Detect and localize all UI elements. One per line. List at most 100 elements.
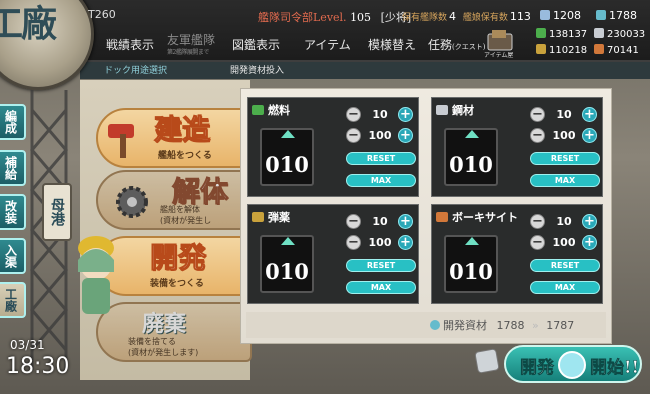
ammo-plus-100-button[interactable]: + bbox=[398, 235, 413, 250]
double-chevron-right-icon: » bbox=[532, 319, 539, 332]
menu-build-title: 建造 bbox=[153, 113, 211, 147]
fleet-count-label: 保有艦隊数 bbox=[402, 13, 448, 23]
steel-amount: 230033 bbox=[607, 29, 646, 40]
clock-date: 03/31 bbox=[10, 338, 45, 352]
fuel-panel-icon bbox=[252, 105, 264, 115]
bauxite-max-button[interactable]: MAX bbox=[530, 281, 600, 294]
bauxite-minus-100-button[interactable]: − bbox=[530, 235, 545, 250]
bauxite-minus-10-button[interactable]: − bbox=[530, 214, 545, 229]
steel-value: 010 bbox=[449, 152, 493, 177]
steel-plus-10-button[interactable]: + bbox=[582, 107, 597, 122]
fuel-reset-button[interactable]: RESET bbox=[346, 152, 416, 165]
bauxite-panel-header: ボーキサイト bbox=[436, 209, 518, 225]
nav-encyclopedia[interactable]: 図鑑表示 bbox=[232, 36, 280, 53]
bauxite-amount: 70141 bbox=[607, 45, 639, 56]
fuel-increment-arrow[interactable] bbox=[281, 130, 295, 138]
nav-quests-label: 任務 bbox=[428, 38, 453, 52]
tab-dock-select[interactable]: ドック用途選択 bbox=[104, 63, 167, 76]
side-nav-repair[interactable]: 入渠 bbox=[0, 238, 26, 274]
ammo-resource: 110218 bbox=[536, 44, 587, 56]
ammo-max-button[interactable]: MAX bbox=[346, 281, 416, 294]
nav-friend-fleet-sub: 第2艦隊展開まで bbox=[167, 49, 209, 56]
ammo-step-small: 10 bbox=[372, 215, 388, 228]
menu-build-sub: 艦船をつくる bbox=[158, 151, 212, 161]
steel-panel-header: 鋼材 bbox=[436, 102, 474, 118]
side-nav-supply[interactable]: 補給 bbox=[0, 150, 26, 186]
nav-quests-sub: (クエスト) bbox=[452, 43, 486, 51]
devmat-wrench-icon bbox=[430, 320, 440, 330]
player-name: T260 bbox=[88, 8, 116, 21]
tab-devmat-input[interactable]: 開発資材投入 bbox=[230, 63, 284, 76]
menu-scrap-sub2: (資材が発生します) bbox=[128, 348, 199, 357]
steel-minus-10-button[interactable]: − bbox=[530, 107, 545, 122]
side-nav-factory[interactable]: 工廠 bbox=[0, 282, 26, 318]
ammo-plus-10-button[interactable]: + bbox=[398, 214, 413, 229]
fuel-minus-100-button[interactable]: − bbox=[346, 128, 361, 143]
menu-build[interactable]: 建造 艦船をつくる bbox=[96, 108, 252, 168]
devmat-after: 1787 bbox=[546, 319, 575, 332]
side-nav-organize[interactable]: 編成 bbox=[0, 104, 26, 140]
steel-icon bbox=[594, 28, 604, 38]
bauxite-plus-10-button[interactable]: + bbox=[582, 214, 597, 229]
fuel-step-small: 10 bbox=[372, 108, 388, 121]
start-development-button[interactable]: 開発 開始!! bbox=[504, 345, 642, 383]
hq-level-label: 艦隊司令部Level. bbox=[258, 11, 347, 24]
ammo-step-large: 100 bbox=[368, 236, 392, 249]
bauxite-panel: ボーキサイト 010 − 10 + − 100 + RESET MAX bbox=[431, 204, 603, 304]
steel-minus-100-button[interactable]: − bbox=[530, 128, 545, 143]
fuel-panel-label: 燃料 bbox=[268, 104, 290, 117]
ammo-icon bbox=[536, 44, 546, 54]
bucket-icon bbox=[540, 10, 550, 20]
nav-quests[interactable]: 任務(クエスト) bbox=[428, 36, 485, 53]
ammo-minus-100-button[interactable]: − bbox=[346, 235, 361, 250]
shipgirl-count: 113 bbox=[509, 10, 531, 23]
nav-friend-fleet[interactable]: 友軍艦隊 第2艦隊展開まで bbox=[167, 31, 215, 56]
steel-counter: 010 bbox=[444, 128, 498, 186]
bauxite-panel-label: ボーキサイト bbox=[452, 211, 518, 224]
ammo-reset-button[interactable]: RESET bbox=[346, 259, 416, 272]
steel-plus-100-button[interactable]: + bbox=[582, 128, 597, 143]
ammo-panel-header: 弾薬 bbox=[252, 209, 290, 225]
clock-time: 18:30 bbox=[6, 354, 70, 379]
menu-dismantle[interactable]: 解体 艦船を解体 (資材が発生し bbox=[96, 170, 252, 230]
nav-furniture[interactable]: 模様替え bbox=[368, 36, 416, 53]
side-nav-remodel[interactable]: 改装 bbox=[0, 194, 26, 230]
steel-increment-arrow[interactable] bbox=[465, 130, 479, 138]
bauxite-step-small: 10 bbox=[556, 215, 572, 228]
fuel-plus-100-button[interactable]: + bbox=[398, 128, 413, 143]
fuel-plus-10-button[interactable]: + bbox=[398, 107, 413, 122]
fuel-counter: 010 bbox=[260, 128, 314, 186]
screen-title: 工廠 bbox=[0, 3, 57, 45]
bucket-count: 1208 bbox=[553, 9, 581, 22]
nav-records[interactable]: 戦績表示 bbox=[106, 36, 154, 53]
steel-reset-button[interactable]: RESET bbox=[530, 152, 600, 165]
devmat-label: 開発資材 bbox=[443, 319, 487, 332]
ammo-increment-arrow[interactable] bbox=[281, 237, 295, 245]
bauxite-value: 010 bbox=[449, 259, 493, 284]
menu-dismantle-sub: 艦船を解体 bbox=[160, 205, 200, 214]
fuel-step-large: 100 bbox=[368, 129, 392, 142]
fairy-character bbox=[78, 236, 114, 314]
nav-items[interactable]: アイテム bbox=[304, 36, 351, 53]
menu-scrap-title: 廃棄 bbox=[142, 311, 187, 337]
fuel-minus-10-button[interactable]: − bbox=[346, 107, 361, 122]
bauxite-counter: 010 bbox=[444, 235, 498, 293]
bucket-counter: 1208 bbox=[540, 9, 581, 22]
devmat-count: 1788 bbox=[609, 9, 637, 22]
factory-screen: 工廠 T260 艦隊司令部Level. 105 [少将] 保有艦隊数 4 艦娘保有… bbox=[0, 0, 650, 394]
bauxite-reset-button[interactable]: RESET bbox=[530, 259, 600, 272]
fuel-resource: 138137 bbox=[536, 28, 587, 40]
bauxite-plus-100-button[interactable]: + bbox=[582, 235, 597, 250]
fuel-panel-header: 燃料 bbox=[252, 102, 290, 118]
item-shop-button[interactable]: アイテム屋 bbox=[484, 28, 516, 60]
devmat-before: 1788 bbox=[496, 319, 525, 332]
ammo-minus-10-button[interactable]: − bbox=[346, 214, 361, 229]
steel-max-button[interactable]: MAX bbox=[530, 174, 600, 187]
steel-step-small: 10 bbox=[556, 108, 572, 121]
bauxite-resource: 70141 bbox=[594, 44, 639, 56]
steel-panel-icon bbox=[436, 105, 448, 115]
bauxite-increment-arrow[interactable] bbox=[465, 237, 479, 245]
start-label-part1: 開発 bbox=[520, 358, 555, 379]
fuel-max-button[interactable]: MAX bbox=[346, 174, 416, 187]
devmat-icon bbox=[596, 10, 606, 20]
